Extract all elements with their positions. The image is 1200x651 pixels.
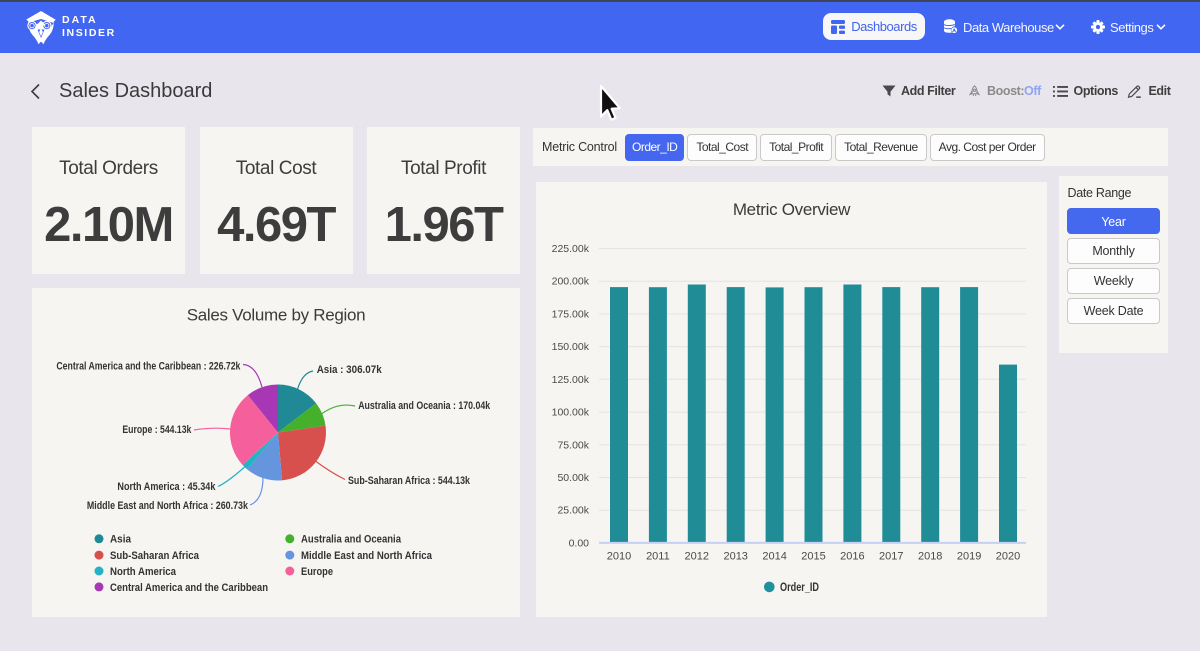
svg-text:2020: 2020 — [996, 551, 1020, 563]
svg-text:125.00k: 125.00k — [552, 374, 590, 386]
svg-text:Order_ID: Order_ID — [780, 582, 819, 594]
svg-text:225.00k: 225.00k — [552, 243, 590, 255]
svg-text:200.00k: 200.00k — [552, 276, 590, 288]
svg-text:50.00k: 50.00k — [557, 472, 589, 484]
svg-text:25.00k: 25.00k — [557, 505, 589, 517]
svg-text:2013: 2013 — [723, 551, 747, 563]
svg-text:Asia: Asia — [110, 534, 132, 546]
svg-text:100.00k: 100.00k — [552, 407, 590, 419]
svg-text:Central America and the Caribb: Central America and the Caribbean : 226.… — [56, 360, 241, 372]
svg-text:2016: 2016 — [840, 551, 864, 563]
svg-text:175.00k: 175.00k — [552, 308, 590, 320]
svg-text:75.00k: 75.00k — [557, 439, 589, 451]
svg-text:2010: 2010 — [607, 551, 631, 563]
svg-text:North America : 45.34k: North America : 45.34k — [117, 481, 216, 493]
svg-text:Australia and Oceania : 170.04: Australia and Oceania : 170.04k — [358, 400, 491, 412]
svg-text:0.00: 0.00 — [569, 537, 590, 549]
svg-text:2015: 2015 — [801, 551, 825, 563]
svg-text:Sub-Saharan Africa : 544.13k: Sub-Saharan Africa : 544.13k — [348, 475, 471, 487]
svg-text:Sub-Saharan Africa: Sub-Saharan Africa — [110, 550, 200, 562]
svg-text:Metric Overview: Metric Overview — [733, 200, 851, 219]
svg-text:Europe : 544.13k: Europe : 544.13k — [122, 424, 192, 436]
svg-text:2014: 2014 — [762, 551, 786, 563]
svg-text:Australia and Oceania: Australia and Oceania — [301, 534, 402, 546]
svg-text:Middle East and North Africa :: Middle East and North Africa : 260.73k — [87, 500, 249, 512]
svg-text:2019: 2019 — [957, 551, 981, 563]
svg-text:Asia : 306.07k: Asia : 306.07k — [317, 364, 383, 376]
svg-text:2011: 2011 — [646, 551, 670, 563]
svg-text:2012: 2012 — [685, 551, 709, 563]
svg-text:Sales Volume by Region: Sales Volume by Region — [187, 306, 366, 325]
svg-text:150.00k: 150.00k — [552, 341, 590, 353]
svg-text:North America: North America — [110, 566, 177, 578]
svg-text:2017: 2017 — [879, 551, 903, 563]
svg-text:Central America and the Caribb: Central America and the Caribbean — [110, 582, 268, 594]
svg-text:Middle East and North Africa: Middle East and North Africa — [301, 550, 433, 562]
svg-text:Europe: Europe — [301, 566, 333, 578]
svg-text:2018: 2018 — [918, 551, 942, 563]
